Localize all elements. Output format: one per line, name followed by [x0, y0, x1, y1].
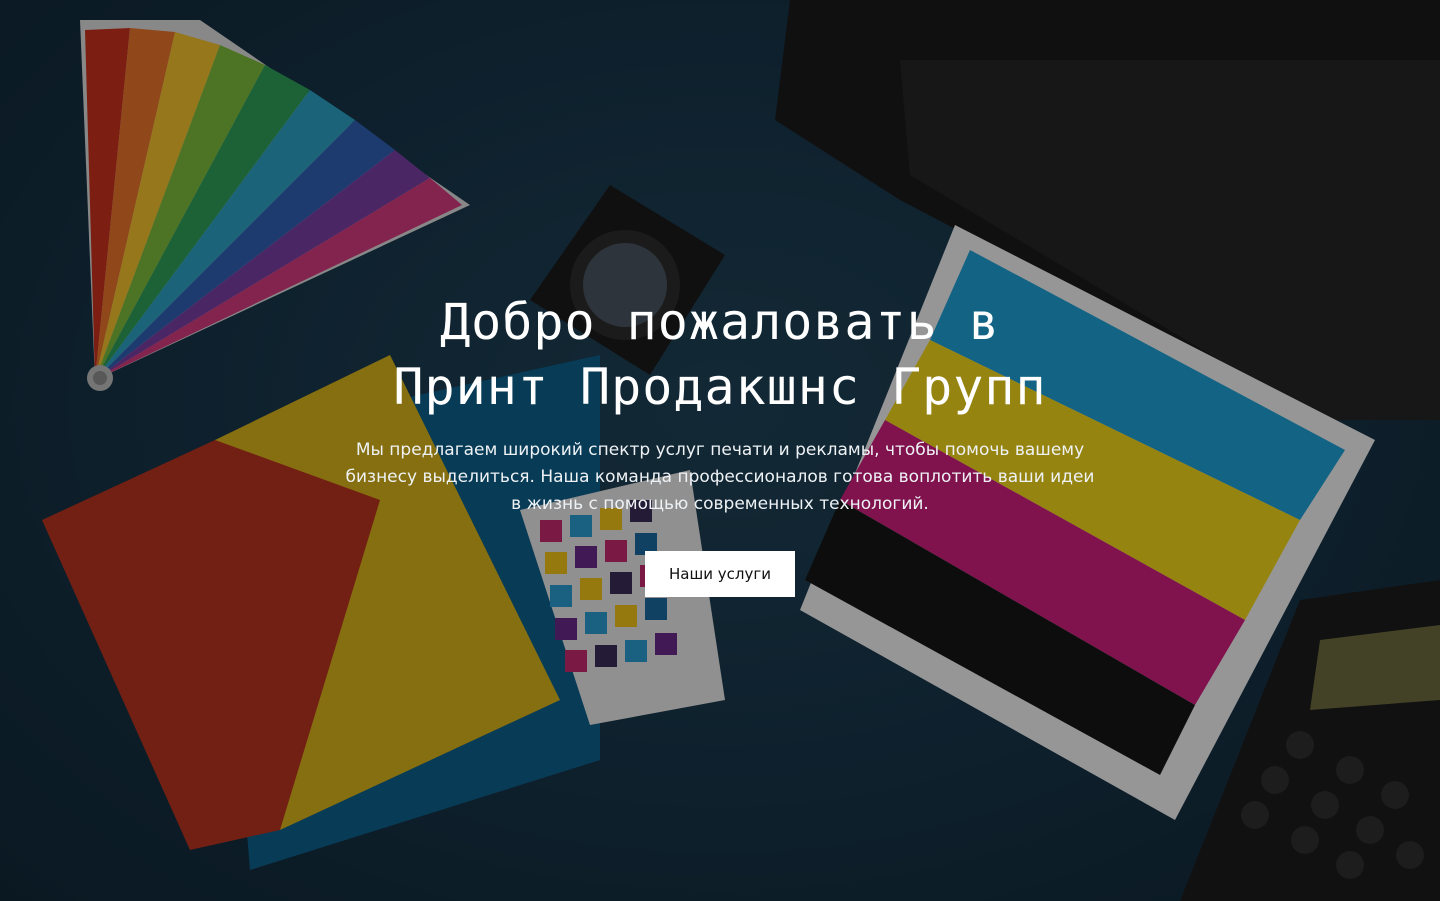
hero-section: Добро пожаловать в Принт Продакшнс Групп…: [0, 0, 1440, 901]
hero-title: Добро пожаловать в Принт Продакшнс Групп: [270, 290, 1170, 420]
our-services-button[interactable]: Наши услуги: [645, 551, 795, 597]
hero-description: Мы предлагаем широкий спектр услуг печат…: [345, 440, 1095, 514]
hero-content: Добро пожаловать в Принт Продакшнс Групп…: [0, 290, 1440, 597]
hero-title-line-1: Добро пожаловать в: [440, 293, 1000, 351]
hero-title-line-2: Принт Продакшнс Групп: [393, 358, 1047, 416]
